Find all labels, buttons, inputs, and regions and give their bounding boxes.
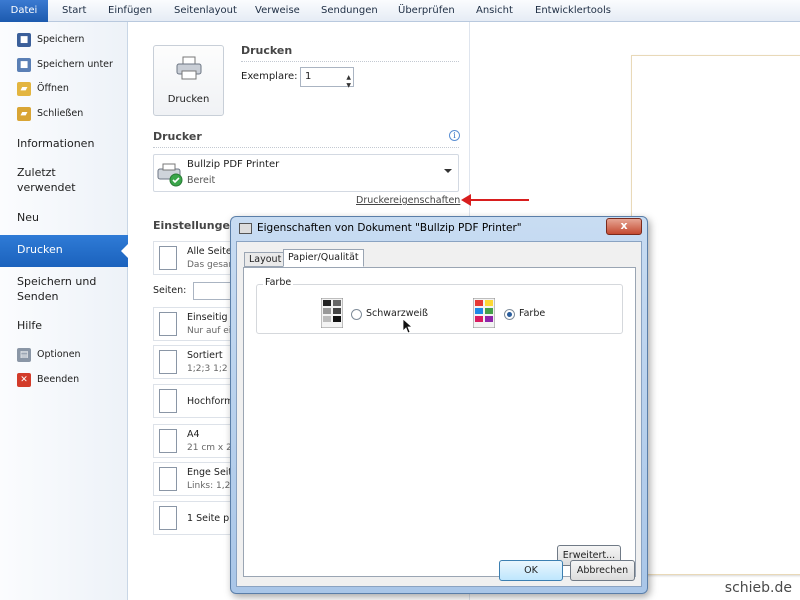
annotation-arrow-line xyxy=(470,199,529,201)
nav-neu[interactable]: Neu xyxy=(17,210,39,225)
options-icon: ▤ xyxy=(17,348,31,362)
close-button[interactable]: x xyxy=(606,218,642,235)
settings-header: Einstellungen xyxy=(153,219,238,232)
tab-verweise[interactable]: Verweise xyxy=(251,0,304,22)
nav-beenden-label: Beenden xyxy=(37,374,80,385)
printer-icon xyxy=(239,223,252,234)
nav-beenden[interactable]: ✕ Beenden xyxy=(17,371,79,389)
tab-entwicklertools[interactable]: Entwicklertools xyxy=(531,0,615,22)
nav-drucken[interactable]: Drucken xyxy=(0,235,129,267)
nav-hilfe[interactable]: Hilfe xyxy=(17,318,42,333)
printer-dropdown[interactable]: Bullzip PDF Printer Bereit xyxy=(153,154,459,192)
tab-ansicht[interactable]: Ansicht xyxy=(472,0,517,22)
nav-zuletzt-verwendet[interactable]: Zuletzt verwendet xyxy=(17,165,97,195)
save-icon: ■ xyxy=(17,33,31,47)
pages-label: Seiten: xyxy=(153,285,187,296)
paper-size-icon xyxy=(159,429,177,453)
annotation-arrow-icon xyxy=(461,194,471,206)
margins-icon xyxy=(159,467,177,491)
tab-sendungen[interactable]: Sendungen xyxy=(317,0,382,22)
nav-speichern-label: Speichern xyxy=(37,34,85,45)
save-as-icon: ■ xyxy=(17,58,31,72)
tab-seitenlayout[interactable]: Seitenlayout xyxy=(170,0,241,22)
color-group: Farbe Schwarzweiß Farbe xyxy=(256,277,623,334)
copies-stepper[interactable]: 1 ▲ ▼ xyxy=(300,67,354,89)
spin-down-icon[interactable]: ▼ xyxy=(346,77,351,95)
setting-subtitle: 1;2;3 1;2 xyxy=(187,364,228,374)
nav-oeffnen-label: Öffnen xyxy=(37,83,69,94)
pages-input[interactable] xyxy=(193,282,233,300)
print-section-title: Drucken xyxy=(241,44,293,57)
tab-layout[interactable]: Layout xyxy=(244,252,287,267)
radio-schwarzweiss[interactable] xyxy=(351,309,362,320)
nav-oeffnen[interactable]: ▰ Öffnen xyxy=(17,80,69,98)
nav-optionen[interactable]: ▤ Optionen xyxy=(17,346,81,364)
pages-icon xyxy=(159,246,177,270)
radio-farbe[interactable] xyxy=(504,309,515,320)
nav-speichern[interactable]: ■ Speichern xyxy=(17,31,84,49)
divider xyxy=(153,147,459,148)
watermark: schieb.de xyxy=(724,580,792,596)
nav-drucken-label: Drucken xyxy=(17,243,63,256)
print-button[interactable]: Drucken xyxy=(153,45,224,116)
collated-icon xyxy=(159,350,177,374)
setting-subtitle: Links: 1,2 xyxy=(187,481,231,491)
setting-title: Einseitig xyxy=(187,312,228,323)
ok-button[interactable]: OK xyxy=(499,560,563,581)
ribbon-tab-bar: Datei Start Einfügen Seitenlayout Verwei… xyxy=(0,0,800,22)
copies-value: 1 xyxy=(305,71,312,82)
chevron-down-icon xyxy=(444,169,452,177)
single-sided-icon xyxy=(159,312,177,336)
tab-einfuegen[interactable]: Einfügen xyxy=(104,0,156,22)
printer-properties-link[interactable]: Druckereigenschaften xyxy=(356,195,460,206)
printer-properties-dialog: Eigenschaften von Dokument "Bullzip PDF … xyxy=(230,216,648,594)
dialog-title: Eigenschaften von Dokument "Bullzip PDF … xyxy=(257,222,522,234)
tab-papier-qualitaet[interactable]: Papier/Qualität xyxy=(283,249,364,267)
tab-ueberpruefen[interactable]: Überprüfen xyxy=(394,0,459,22)
exit-icon: ✕ xyxy=(17,373,31,387)
printer-status: Bereit xyxy=(187,175,216,186)
nav-schliessen-label: Schließen xyxy=(37,108,84,119)
grayscale-icon xyxy=(321,298,343,328)
nav-informationen[interactable]: Informationen xyxy=(17,136,94,151)
close-folder-icon: ▰ xyxy=(17,107,31,121)
nav-speichern-unter[interactable]: ■ Speichern unter xyxy=(17,56,113,74)
setting-title: Hochform xyxy=(187,396,234,407)
copies-label: Exemplare: xyxy=(241,71,298,82)
setting-subtitle: Nur auf ei xyxy=(187,326,232,336)
nav-speichern-unter-label: Speichern unter xyxy=(37,59,113,70)
nav-schliessen[interactable]: ▰ Schließen xyxy=(17,105,83,123)
tab-panel: Farbe Schwarzweiß Farbe Erweitert... xyxy=(243,267,636,577)
color-group-label: Farbe xyxy=(263,277,294,288)
printer-name: Bullzip PDF Printer xyxy=(187,159,280,170)
tab-datei[interactable]: Datei xyxy=(0,0,48,22)
portrait-icon xyxy=(159,389,177,413)
color-icon xyxy=(473,298,495,328)
preview-page xyxy=(631,55,800,575)
cursor-icon xyxy=(402,318,414,334)
backstage-nav: ■ Speichern ■ Speichern unter ▰ Öffnen ▰… xyxy=(0,22,129,600)
dialog-body: Layout Papier/Qualität Farbe Schwarzweiß xyxy=(236,241,642,587)
nav-speichern-und-senden[interactable]: Speichern und Senden xyxy=(17,274,117,304)
cancel-button[interactable]: Abbrechen xyxy=(570,560,635,581)
setting-subtitle: 21 cm x 2 xyxy=(187,443,232,453)
print-button-label: Drucken xyxy=(167,94,210,105)
radio-farbe-label: Farbe xyxy=(519,308,546,319)
info-icon[interactable]: i xyxy=(449,130,460,141)
printer-header: Drucker xyxy=(153,130,202,143)
radio-schwarzweiss-label: Schwarzweiß xyxy=(366,308,428,319)
divider xyxy=(241,61,459,62)
printer-ready-icon xyxy=(157,163,183,187)
setting-title: A4 xyxy=(187,429,200,440)
pages-per-sheet-icon xyxy=(159,506,177,530)
tab-start[interactable]: Start xyxy=(58,0,90,22)
nav-optionen-label: Optionen xyxy=(37,349,81,360)
printer-icon xyxy=(176,56,202,80)
open-folder-icon: ▰ xyxy=(17,82,31,96)
setting-title: Sortiert xyxy=(187,350,223,361)
